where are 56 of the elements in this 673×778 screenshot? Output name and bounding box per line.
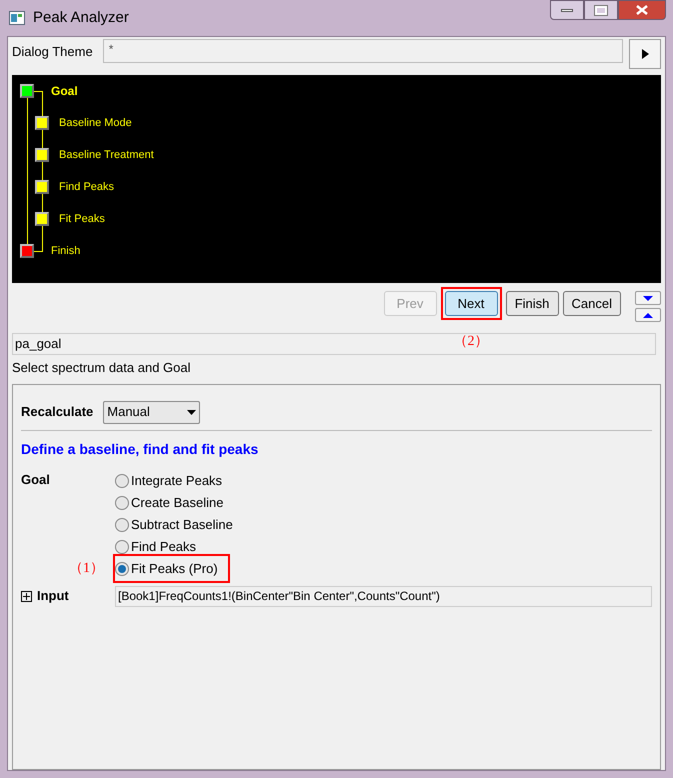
section-heading: Define a baseline, find and fit peaks bbox=[21, 440, 260, 459]
goal-radio-option[interactable]: Create Baseline bbox=[115, 492, 224, 512]
page-description: Select spectrum data and Goal bbox=[12, 359, 192, 377]
theme-label: Dialog Theme bbox=[12, 43, 93, 61]
scroll-up-button[interactable] bbox=[635, 308, 661, 322]
goal-radio-option[interactable]: Find Peaks bbox=[115, 536, 196, 556]
theme-field[interactable]: * bbox=[102, 39, 623, 63]
recalculate-label: Recalculate bbox=[21, 403, 94, 422]
wizard-button[interactable]: Finish bbox=[506, 291, 559, 316]
connector-line bbox=[34, 226, 43, 252]
step-label[interactable]: Finish bbox=[51, 242, 80, 260]
step-label[interactable]: Baseline Mode bbox=[59, 114, 132, 132]
radio-button[interactable] bbox=[115, 518, 129, 532]
plus-icon bbox=[23, 592, 30, 600]
theme-menu-button[interactable] bbox=[629, 39, 661, 69]
goal-radio-option[interactable]: Fit Peaks (Pro) bbox=[115, 556, 228, 582]
step-label[interactable]: Baseline Treatment bbox=[59, 146, 154, 164]
play-icon bbox=[642, 49, 648, 59]
close-icon bbox=[636, 5, 648, 15]
close-button[interactable] bbox=[618, 0, 666, 20]
step-node[interactable] bbox=[20, 244, 34, 258]
radio-button[interactable] bbox=[115, 562, 129, 576]
maximize-button[interactable] bbox=[584, 0, 618, 20]
minimize-button[interactable] bbox=[550, 0, 584, 20]
connector-line bbox=[42, 130, 43, 148]
connector-line bbox=[42, 194, 43, 212]
step-node[interactable] bbox=[20, 84, 34, 98]
step-node[interactable] bbox=[35, 212, 49, 226]
input-label: Input bbox=[37, 587, 70, 606]
input-field[interactable]: [Book1]FreqCounts1!(BinCenter"Bin Center",Counts"Count") bbox=[115, 586, 652, 606]
step-label[interactable]: Goal bbox=[51, 82, 78, 100]
step-node[interactable] bbox=[35, 180, 49, 194]
recalculate-dropdown[interactable]: Manual bbox=[103, 400, 200, 424]
scroll-down-button[interactable] bbox=[635, 291, 661, 305]
radio-button[interactable] bbox=[115, 496, 129, 510]
annotation-label: （2） bbox=[454, 333, 489, 351]
goal-radio-option[interactable]: Integrate Peaks bbox=[115, 470, 222, 490]
expand-toggle[interactable] bbox=[21, 590, 32, 602]
wizard-button[interactable]: Cancel bbox=[562, 291, 621, 316]
goal-radio-option[interactable]: Subtract Baseline bbox=[115, 514, 233, 534]
radio-button[interactable] bbox=[115, 474, 129, 488]
annotation-label: （1） bbox=[69, 560, 104, 578]
step-node[interactable] bbox=[35, 148, 49, 162]
up-triangle-icon bbox=[643, 312, 653, 318]
app-icon bbox=[9, 11, 25, 25]
window-title: Peak Analyzer bbox=[33, 8, 129, 28]
wizard-button[interactable]: Next bbox=[444, 291, 498, 316]
step-label[interactable]: Find Peaks bbox=[59, 178, 114, 196]
down-triangle-icon bbox=[643, 296, 653, 300]
radio-button[interactable] bbox=[115, 540, 129, 554]
connector-line bbox=[34, 91, 43, 116]
dropdown-arrow-icon bbox=[187, 410, 196, 414]
step-label[interactable]: Fit Peaks bbox=[59, 210, 105, 228]
goal-label: Goal bbox=[21, 470, 50, 488]
step-node[interactable] bbox=[35, 116, 49, 130]
connector-line bbox=[42, 162, 43, 180]
